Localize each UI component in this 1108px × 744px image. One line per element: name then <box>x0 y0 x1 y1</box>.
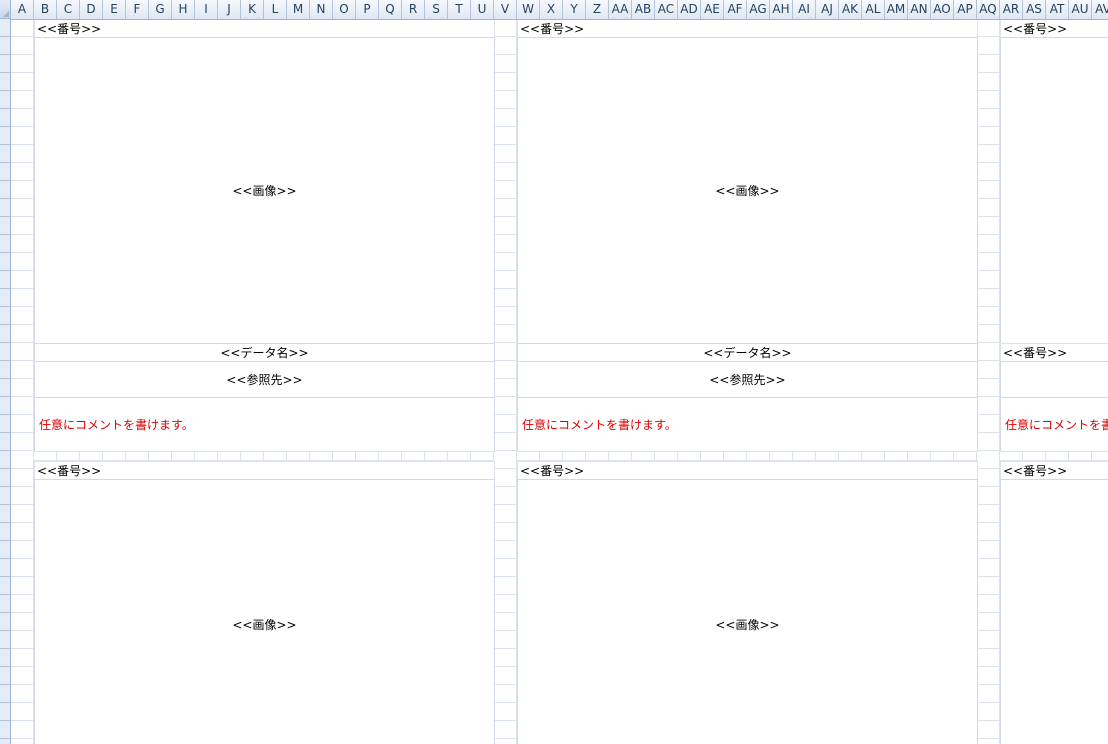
column-header-u[interactable]: U <box>471 0 494 19</box>
column-header-ar[interactable]: AR <box>1000 0 1023 19</box>
data-name-field[interactable]: <<データ名>> <box>34 343 495 362</box>
image-placeholder[interactable] <box>1000 37 1108 344</box>
column-header-b[interactable]: B <box>34 0 57 19</box>
column-header-z[interactable]: Z <box>586 0 609 19</box>
column-header-af[interactable]: AF <box>724 0 747 19</box>
card-number[interactable]: <<番号>> <box>517 19 978 38</box>
card-number[interactable]: <<番号>> <box>34 19 495 38</box>
reference-field[interactable]: <<参照先>> <box>517 361 978 398</box>
column-header-as[interactable]: AS <box>1023 0 1046 19</box>
image-placeholder[interactable] <box>1000 479 1108 744</box>
column-header-av[interactable]: AV <box>1092 0 1108 19</box>
column-header-am[interactable]: AM <box>885 0 908 19</box>
column-header-n[interactable]: N <box>310 0 333 19</box>
data-name-field[interactable]: <<データ名>> <box>517 343 978 362</box>
column-header-m[interactable]: M <box>287 0 310 19</box>
reference-field[interactable] <box>1000 361 1108 398</box>
separator-row <box>1000 451 1108 461</box>
separator-row <box>517 451 978 461</box>
column-header-an[interactable]: AN <box>908 0 931 19</box>
column-header-aq[interactable]: AQ <box>977 0 1000 19</box>
column-header-w[interactable]: W <box>517 0 540 19</box>
column-header-bar: A B C D E F G H I J K L M N O P Q R S T U V W X Y Z AA AB AC AD AE AF AG… <box>0 0 1108 20</box>
column-header-aa[interactable]: AA <box>609 0 632 19</box>
image-placeholder[interactable]: <<画像>> <box>517 37 978 344</box>
comment-field[interactable]: 任意にコメントを書けます。 <box>1000 397 1108 452</box>
column-header-ac[interactable]: AC <box>655 0 678 19</box>
column-header-h[interactable]: H <box>172 0 195 19</box>
column-header-f[interactable]: F <box>126 0 149 19</box>
card-number[interactable]: <<番号>> <box>1000 19 1108 38</box>
column-header-i[interactable]: I <box>195 0 218 19</box>
column-header-at[interactable]: AT <box>1046 0 1069 19</box>
column-header-ae[interactable]: AE <box>701 0 724 19</box>
column-header-ap[interactable]: AP <box>954 0 977 19</box>
column-header-s[interactable]: S <box>425 0 448 19</box>
column-header-ad[interactable]: AD <box>678 0 701 19</box>
column-header-ab[interactable]: AB <box>632 0 655 19</box>
column-header-a[interactable]: A <box>11 0 34 19</box>
column-header-al[interactable]: AL <box>862 0 885 19</box>
image-placeholder[interactable]: <<画像>> <box>34 479 495 744</box>
image-placeholder[interactable]: <<画像>> <box>517 479 978 744</box>
column-header-r[interactable]: R <box>402 0 425 19</box>
column-header-x[interactable]: X <box>540 0 563 19</box>
column-header-ah[interactable]: AH <box>770 0 793 19</box>
row-header-bar <box>0 19 11 744</box>
column-header-v[interactable]: V <box>494 0 517 19</box>
column-header-aj[interactable]: AJ <box>816 0 839 19</box>
column-header-o[interactable]: O <box>333 0 356 19</box>
comment-field[interactable]: 任意にコメントを書けます。 <box>517 397 978 452</box>
card-number[interactable]: <<番号>> <box>1000 461 1108 480</box>
column-header-k[interactable]: K <box>241 0 264 19</box>
column-header-e[interactable]: E <box>103 0 126 19</box>
data-name-field[interactable]: <<番号>> <box>1000 343 1108 362</box>
column-header-ai[interactable]: AI <box>793 0 816 19</box>
column-header-y[interactable]: Y <box>563 0 586 19</box>
column-header-d[interactable]: D <box>80 0 103 19</box>
spreadsheet-grid[interactable]: <<番号>> <<画像>> <<データ名>> <<参照先>> 任意にコメントを書… <box>0 0 1108 744</box>
column-header-l[interactable]: L <box>264 0 287 19</box>
column-header-ag[interactable]: AG <box>747 0 770 19</box>
column-header-g[interactable]: G <box>149 0 172 19</box>
image-placeholder[interactable]: <<画像>> <box>34 37 495 344</box>
column-header-ak[interactable]: AK <box>839 0 862 19</box>
column-header-au[interactable]: AU <box>1069 0 1092 19</box>
select-all-button[interactable] <box>0 0 11 19</box>
column-header-p[interactable]: P <box>356 0 379 19</box>
comment-field[interactable]: 任意にコメントを書けます。 <box>34 397 495 452</box>
column-header-t[interactable]: T <box>448 0 471 19</box>
column-header-c[interactable]: C <box>57 0 80 19</box>
reference-field[interactable]: <<参照先>> <box>34 361 495 398</box>
column-header-q[interactable]: Q <box>379 0 402 19</box>
column-header-j[interactable]: J <box>218 0 241 19</box>
card-number[interactable]: <<番号>> <box>517 461 978 480</box>
card-number[interactable]: <<番号>> <box>34 461 495 480</box>
column-header-ao[interactable]: AO <box>931 0 954 19</box>
separator-row <box>34 451 495 461</box>
